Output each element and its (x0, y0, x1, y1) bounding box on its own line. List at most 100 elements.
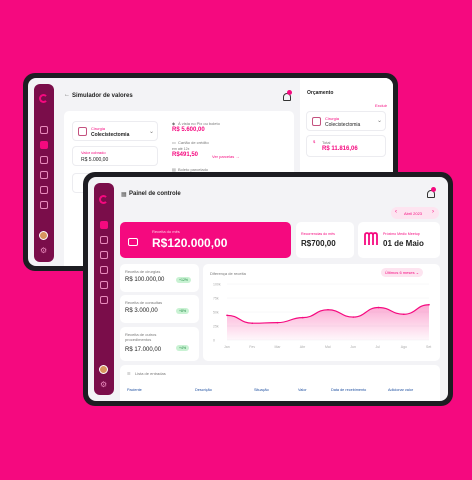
meetup-value: 01 de Maio (383, 239, 424, 248)
x-tick-label: Fev (249, 345, 255, 349)
revenue-value: R$120.000,00 (152, 236, 228, 250)
th-status[interactable]: Situação (254, 388, 269, 392)
gear-icon[interactable]: ⚙ (100, 381, 107, 389)
dollar-icon: $ (313, 139, 316, 144)
period-filter[interactable]: Últimos 6 meses ⌄ (381, 268, 424, 277)
front-screen: ⚙ ▦ Painel de controle ‹ Abril 2023 › Re… (88, 177, 448, 401)
nav-calendar-icon[interactable] (100, 281, 108, 289)
nav-document-icon[interactable] (100, 296, 108, 304)
y-tick-label: 100k (213, 283, 221, 287)
data-point-Jun[interactable] (352, 316, 355, 318)
charged-value: R$ 5.000,00 (81, 157, 109, 163)
th-value[interactable]: Valor (298, 388, 307, 392)
stat-value: R$ 3.000,00 (125, 308, 158, 314)
stat-card-surgeries: Receita de cirurgias R$ 100.000,00 +12% (120, 264, 199, 292)
charged-value-field[interactable]: Valor cobrado R$ 5.000,00 (72, 146, 158, 166)
period-filter-label: Últimos 6 meses (385, 270, 415, 275)
avatar[interactable] (39, 231, 48, 240)
status-badge: +4% (176, 345, 190, 351)
data-point-Mar[interactable] (276, 321, 279, 324)
nav-dashboard-icon[interactable] (40, 126, 48, 134)
recurring-label: Recorrencias do mês (301, 232, 335, 236)
x-tick-label: Abr (300, 345, 306, 349)
wallet-icon (128, 238, 138, 246)
budget-procedure-name: Colecistectomia (325, 122, 361, 128)
card-sub: em até 12x (172, 147, 190, 151)
stat-label: Receita de cirurgias (125, 269, 161, 274)
budget-title: Orçamento (307, 90, 334, 96)
chevron-left-icon[interactable]: ‹ (395, 209, 397, 215)
list-title: Lista de entradas (135, 371, 166, 376)
gear-icon[interactable]: ⚙ (40, 247, 47, 255)
avatar[interactable] (99, 365, 108, 374)
y-tick-label: 75k (213, 297, 219, 301)
nav-stethoscope-icon[interactable] (40, 171, 48, 179)
page-title: Simulador de valores (72, 93, 133, 99)
pix-label: À vista no Pix ou boleto (178, 121, 220, 126)
th-add-value[interactable]: Adicionar valor (388, 388, 413, 392)
recurring-value: R$700,00 (301, 239, 336, 248)
data-point-Mai[interactable] (327, 308, 329, 311)
stat-card-other: Receita de outros procedimentos R$ 17.00… (120, 327, 199, 361)
x-tick-label: Mar (275, 345, 282, 349)
budget-procedure[interactable]: Cirurgia Colecistectomia ⌄ (306, 111, 386, 131)
installments-link[interactable]: Ver parcelas → (212, 154, 239, 159)
nav-document-icon[interactable] (40, 201, 48, 209)
nav-calendar-icon[interactable] (40, 186, 48, 194)
revenue-area-chart: 100k 75k 50k 25k 0 Jan Fev Mar Abr Mai Jun Jul Ago Se… (213, 283, 431, 350)
x-tick-label: Jul (376, 345, 381, 349)
th-description[interactable]: Descrição (195, 388, 212, 392)
status-badge: +8% (176, 308, 190, 314)
front-sidebar: ⚙ (94, 183, 114, 395)
x-tick-label: Jan (224, 345, 230, 349)
pix-icon: ◆ (172, 121, 176, 126)
month-picker[interactable]: ‹ Abril 2023 › (391, 207, 439, 219)
nav-stethoscope-icon[interactable] (100, 266, 108, 274)
budget-total-label: Total (322, 140, 331, 145)
app-logo (99, 195, 108, 204)
nav-wallet-icon[interactable] (100, 251, 108, 259)
y-tick-label: 50k (213, 311, 219, 315)
stat-value: R$ 17.000,00 (125, 347, 162, 353)
nav-dashboard-icon[interactable] (100, 221, 108, 229)
data-point-Set[interactable] (428, 303, 430, 306)
nav-calculator-icon[interactable] (40, 141, 48, 149)
revenue-label: Receita do mês (152, 229, 180, 234)
data-point-Jan[interactable] (226, 314, 228, 317)
th-received-date[interactable]: Data de recebimento (331, 388, 366, 392)
delete-button[interactable]: Excluir (375, 103, 387, 108)
month-label: Abril 2023 (404, 211, 423, 216)
data-point-Fev[interactable] (251, 322, 254, 324)
y-tick-label: 0 (213, 339, 215, 343)
charged-value-label: Valor cobrado (81, 150, 106, 155)
stat-label: Receita de outros procedimentos (125, 332, 157, 342)
credit-card-icon: ▭ (172, 140, 176, 145)
data-point-Jul[interactable] (377, 306, 380, 309)
notification-badge (287, 90, 292, 95)
th-patient[interactable]: Paciente (127, 388, 142, 392)
chevron-right-icon[interactable]: › (432, 209, 434, 215)
x-tick-label: Jun (350, 345, 356, 349)
nav-wallet-icon[interactable] (40, 156, 48, 164)
revenue-card: Receita do mês R$120.000,00 (120, 222, 291, 258)
tooth-icon (312, 117, 321, 126)
x-tick-label: Set (426, 345, 431, 349)
recurring-card: Recorrencias do mês R$700,00 (296, 222, 354, 258)
revenue-chart-card: Diferença de receita Últimos 6 meses ⌄ 1… (203, 264, 440, 361)
chevron-down-icon: ⌄ (377, 118, 383, 124)
entries-list-card: ☰ Lista de entradas Paciente Descrição S… (120, 365, 440, 401)
procedure-category: Cirurgia (91, 126, 106, 131)
nav-calculator-icon[interactable] (100, 236, 108, 244)
budget-category: Cirurgia (325, 116, 340, 121)
meetup-card: Próximo Medic Meetup 01 de Maio (358, 222, 440, 258)
procedure-name: Colecistectomia (91, 132, 130, 138)
front-tablet: ⚙ ▦ Painel de controle ‹ Abril 2023 › Re… (83, 172, 453, 406)
data-point-Abr[interactable] (301, 316, 304, 319)
stat-label: Receita de consultas (125, 300, 163, 305)
dashboard-icon: ▦ (121, 192, 127, 198)
stat-value: R$ 100.000,00 (125, 277, 165, 283)
chart-title: Diferença de receita (210, 271, 246, 276)
procedure-select[interactable]: Cirurgia Colecistectomia ⌄ (72, 121, 158, 141)
back-arrow-icon[interactable]: ← (64, 92, 70, 98)
data-point-Ago[interactable] (402, 313, 405, 316)
